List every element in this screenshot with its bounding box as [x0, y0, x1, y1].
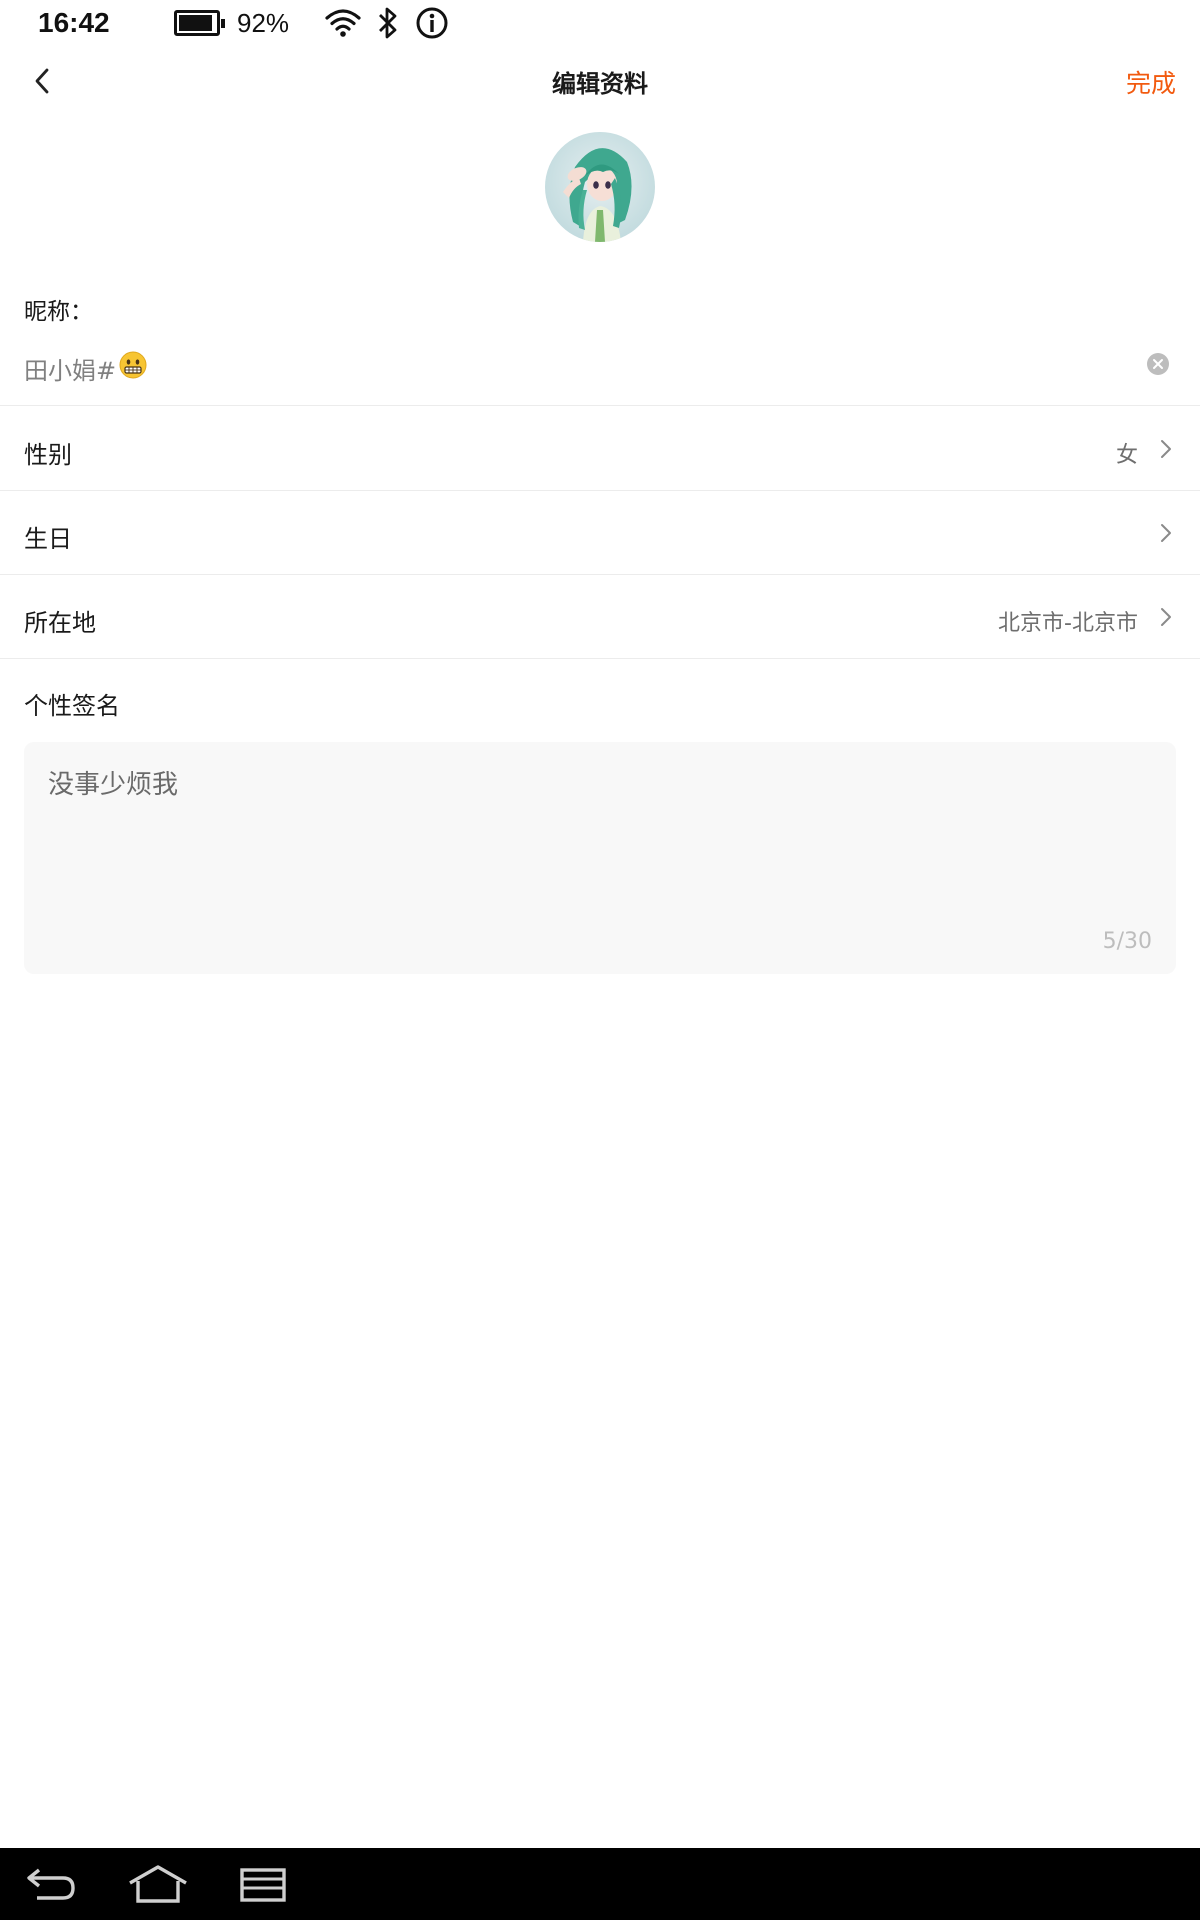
location-label: 所在地	[24, 609, 96, 637]
back-nav-button[interactable]	[12, 1848, 92, 1920]
page-title: 编辑资料	[552, 70, 648, 98]
recents-nav-button[interactable]	[223, 1848, 303, 1920]
nickname-input-row: 田小娟#	[0, 340, 1200, 406]
edit-profile-screen: 16:42 92% 编辑资料 完成 昵称： 田小娟# 性别 女 生日 所在地 北…	[0, 0, 1200, 1920]
neutral-face-emoji-icon	[118, 350, 148, 386]
status-bar: 16:42 92%	[0, 0, 1200, 46]
home-nav-icon	[129, 1865, 187, 1903]
nickname-input[interactable]: 田小娟#	[24, 350, 148, 386]
wifi-icon	[325, 8, 361, 38]
info-icon	[415, 6, 449, 40]
location-row[interactable]: 所在地 北京市-北京市	[0, 575, 1200, 659]
done-button[interactable]: 完成	[1126, 64, 1176, 100]
birthday-row[interactable]: 生日	[0, 491, 1200, 575]
location-value: 北京市-北京市	[998, 611, 1138, 636]
avatar[interactable]	[545, 132, 655, 242]
birthday-label: 生日	[24, 525, 72, 553]
gender-row[interactable]: 性别 女	[0, 407, 1200, 491]
gender-value: 女	[1115, 443, 1138, 468]
battery-fill	[179, 15, 212, 31]
nickname-text: 田小娟#	[24, 356, 117, 385]
chevron-right-icon	[1161, 440, 1171, 458]
signature-textarea[interactable]: 没事少烦我 5/30	[24, 742, 1176, 974]
system-nav-bar	[0, 1848, 1200, 1920]
home-nav-button[interactable]	[118, 1848, 198, 1920]
header-bar: 编辑资料 完成	[0, 46, 1200, 116]
char-counter: 5/30	[1102, 929, 1152, 954]
back-nav-icon	[27, 1868, 75, 1900]
recents-nav-icon	[240, 1868, 286, 1902]
clear-input-icon[interactable]	[1146, 352, 1170, 376]
signature-label: 个性签名	[24, 692, 120, 720]
gender-label: 性别	[24, 441, 72, 469]
bluetooth-icon	[377, 6, 399, 40]
chevron-right-icon	[1161, 524, 1171, 542]
nickname-label: 昵称：	[24, 299, 93, 325]
signature-text: 没事少烦我	[48, 770, 179, 800]
status-time: 16:42	[38, 7, 110, 38]
battery-icon	[174, 10, 225, 36]
battery-percent: 92%	[237, 7, 290, 38]
avatar-character-image	[563, 148, 632, 242]
chevron-right-icon	[1161, 608, 1171, 626]
